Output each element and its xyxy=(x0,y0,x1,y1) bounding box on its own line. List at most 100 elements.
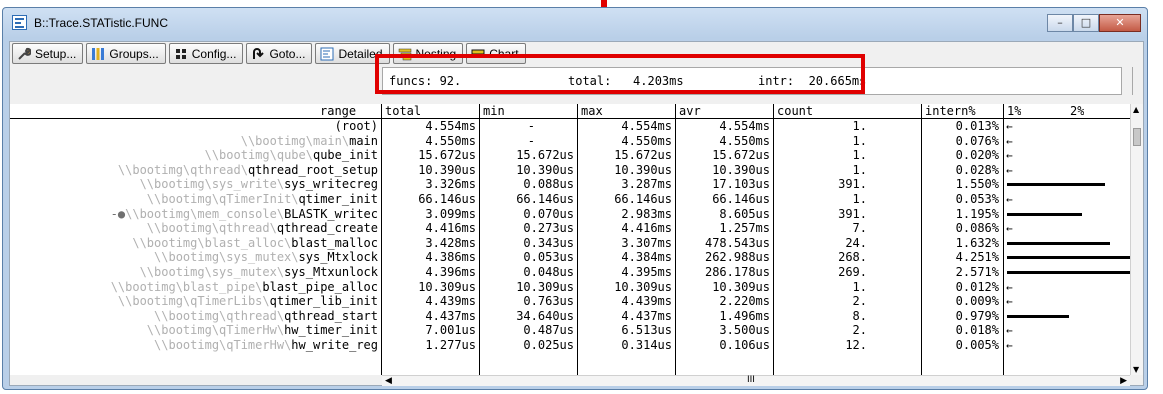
statistics-table[interactable]: range total min max avr count intern% 1%… xyxy=(10,104,1130,375)
col-total[interactable]: total xyxy=(385,104,421,118)
intern-bar xyxy=(1007,256,1130,260)
table-row[interactable]: \\bootimg\qthread\qthread_create 4.416ms 0… xyxy=(10,221,1130,235)
col-range[interactable]: range xyxy=(320,104,356,118)
range-cell: \\bootimg\main\main xyxy=(241,134,378,148)
min-cell: 10.390us xyxy=(516,162,574,177)
min-cell: 0.025us xyxy=(523,338,574,352)
avr-cell: 262.988us xyxy=(704,250,770,265)
horizontal-scrollbar[interactable]: ◀ III ▶ xyxy=(382,375,1130,386)
table-row[interactable]: \\bootimg\qTimerLibs\qtimer_lib_init 4.43… xyxy=(10,294,1130,308)
avr-cell: 3.500us xyxy=(719,323,770,338)
groups-button[interactable]: Groups... xyxy=(86,43,166,64)
function-name: blast_malloc xyxy=(291,235,378,250)
table-row[interactable]: \\bootimg\sys_write\sys_writecreg 3.326ms… xyxy=(10,177,1130,191)
config-button[interactable]: Config... xyxy=(168,43,244,64)
minimize-button[interactable]: – xyxy=(1047,14,1073,32)
col-sep[interactable] xyxy=(479,104,480,375)
col-avr[interactable]: avr xyxy=(679,104,701,118)
avr-cell: 2.220ms xyxy=(719,294,770,309)
table-row[interactable]: \\bootimg\qTimerHw\hw_write_reg 1.277us 0.… xyxy=(10,338,1130,352)
col-sep[interactable] xyxy=(1003,104,1004,375)
avr-cell: 4.550ms xyxy=(719,133,770,148)
min-cell: 0.070us xyxy=(523,206,574,221)
col-intern[interactable]: intern% xyxy=(925,104,976,118)
intern-cell: 1.195% xyxy=(955,206,999,221)
function-name: hw_timer_init xyxy=(284,323,378,338)
goto-button[interactable]: Goto... xyxy=(246,43,313,64)
col-scale-1pct: 1% xyxy=(1007,104,1022,118)
col-sep[interactable] xyxy=(381,104,382,375)
range-path: \\bootimg\main\ xyxy=(240,133,350,148)
groups-label: Groups... xyxy=(109,46,159,61)
function-name: sys_writecreg xyxy=(284,177,378,192)
table-row[interactable]: -●\\bootimg\mem_console\BLASTK_writec 3.0… xyxy=(10,207,1130,221)
table-row[interactable]: \\bootimg\blast_alloc\blast_malloc 3.428m… xyxy=(10,236,1130,250)
avr-cell: 0.106us xyxy=(719,338,770,352)
table-row[interactable]: \\bootimg\main\main 4.550ms - 4.550ms 4.550m… xyxy=(10,134,1130,148)
config-icon xyxy=(175,48,186,59)
max-cell: 10.309us xyxy=(614,279,672,294)
min-cell: 34.640us xyxy=(516,308,574,323)
horizontal-scroll-thumb[interactable]: III xyxy=(747,375,755,385)
avr-cell: 8.605us xyxy=(719,206,770,221)
col-sep[interactable] xyxy=(773,104,774,375)
total-cell: 3.428ms xyxy=(425,235,476,250)
total-cell: 3.099ms xyxy=(425,206,476,221)
function-name: hw_write_reg xyxy=(291,338,378,352)
col-count[interactable]: count xyxy=(777,104,813,118)
intern-cell: 2.571% xyxy=(955,265,999,279)
scroll-left-arrow-icon[interactable]: ◀ xyxy=(385,376,392,386)
table-row[interactable]: \\bootimg\blast_pipe\blast_pipe_alloc 10.… xyxy=(10,280,1130,294)
col-max[interactable]: max xyxy=(581,104,603,118)
min-cell: 0.053us xyxy=(523,250,574,265)
range-cell: \\bootimg\qTimerHw\hw_write_reg xyxy=(154,338,378,352)
col-sep[interactable] xyxy=(675,104,676,375)
table-row[interactable]: \\bootimg\qTimerInit\qtimer_init 66.146us… xyxy=(10,192,1130,206)
intern-arrow-icon: ← xyxy=(1006,324,1013,338)
vertical-scrollbar[interactable]: ▲ ▼ xyxy=(1130,104,1143,375)
close-button[interactable]: ✕ xyxy=(1099,14,1141,32)
count-cell: 2. xyxy=(852,294,867,309)
intern-arrow-icon: ← xyxy=(1006,149,1013,163)
scroll-down-arrow-icon[interactable]: ▼ xyxy=(1133,365,1139,374)
intern-arrow-icon: ← xyxy=(1006,163,1013,177)
table-row[interactable]: \\bootimg\qube\qube_init 15.672us 15.672us… xyxy=(10,148,1130,162)
min-cell: - xyxy=(527,119,535,133)
range-cell: \\bootimg\sys_mutex\sys_Mtxlock xyxy=(154,250,378,264)
max-cell: 4.384ms xyxy=(621,250,672,265)
range-path: \\bootimg\qTimerHw\ xyxy=(146,323,285,338)
total-cell: 4.396ms xyxy=(425,265,476,279)
function-name: qube_init xyxy=(312,148,378,163)
title-bar[interactable]: B::Trace.STATistic.FUNC – □ ✕ xyxy=(3,8,1147,38)
max-cell: 6.513us xyxy=(621,323,672,338)
intern-bar xyxy=(1007,241,1110,245)
range-cell: (root) xyxy=(335,119,378,133)
vertical-scroll-thumb[interactable] xyxy=(1133,128,1141,146)
intern-bar xyxy=(1007,212,1083,216)
range-path: \\bootimg\qthread\ xyxy=(154,308,285,323)
maximize-button[interactable]: □ xyxy=(1073,14,1099,32)
function-name: qthread_root_setup xyxy=(247,162,378,177)
function-name: sys_Mtxunlock xyxy=(284,265,378,279)
col-sep[interactable] xyxy=(577,104,578,375)
total-cell: 4.439ms xyxy=(425,294,476,309)
range-path: \\bootimg\blast_pipe\ xyxy=(110,279,263,294)
table-row[interactable]: \\bootimg\qthread\qthread_start 4.437ms 34… xyxy=(10,309,1130,323)
range-cell: -●\\bootimg\mem_console\BLASTK_writec xyxy=(111,207,378,221)
min-cell: 10.309us xyxy=(516,279,574,294)
table-row[interactable]: \\bootimg\qthread\qthread_root_setup 10.3… xyxy=(10,163,1130,177)
max-cell: 4.550ms xyxy=(621,133,672,148)
table-row[interactable]: (root) 4.554ms - 4.554ms 4.554ms 1. 0.013% ← xyxy=(10,119,1130,133)
col-min[interactable]: min xyxy=(483,104,505,118)
table-row[interactable]: \\bootimg\sys_mutex\sys_Mtxunlock 4.396ms… xyxy=(10,265,1130,279)
setup-button[interactable]: Setup... xyxy=(12,43,84,64)
table-row[interactable]: \\bootimg\sys_mutex\sys_Mtxlock 4.386ms 0.… xyxy=(10,250,1130,264)
count-cell: 1. xyxy=(852,119,867,133)
range-path: \\bootimg\qube\ xyxy=(204,148,313,163)
scroll-right-arrow-icon[interactable]: ▶ xyxy=(1120,376,1127,386)
scroll-up-arrow-icon[interactable]: ▲ xyxy=(1133,105,1139,114)
count-cell: 268. xyxy=(838,250,867,265)
table-row[interactable]: \\bootimg\qTimerHw\hw_timer_init 7.001us 0… xyxy=(10,323,1130,337)
total-cell: 4.416ms xyxy=(425,221,476,236)
col-sep[interactable] xyxy=(921,104,922,375)
